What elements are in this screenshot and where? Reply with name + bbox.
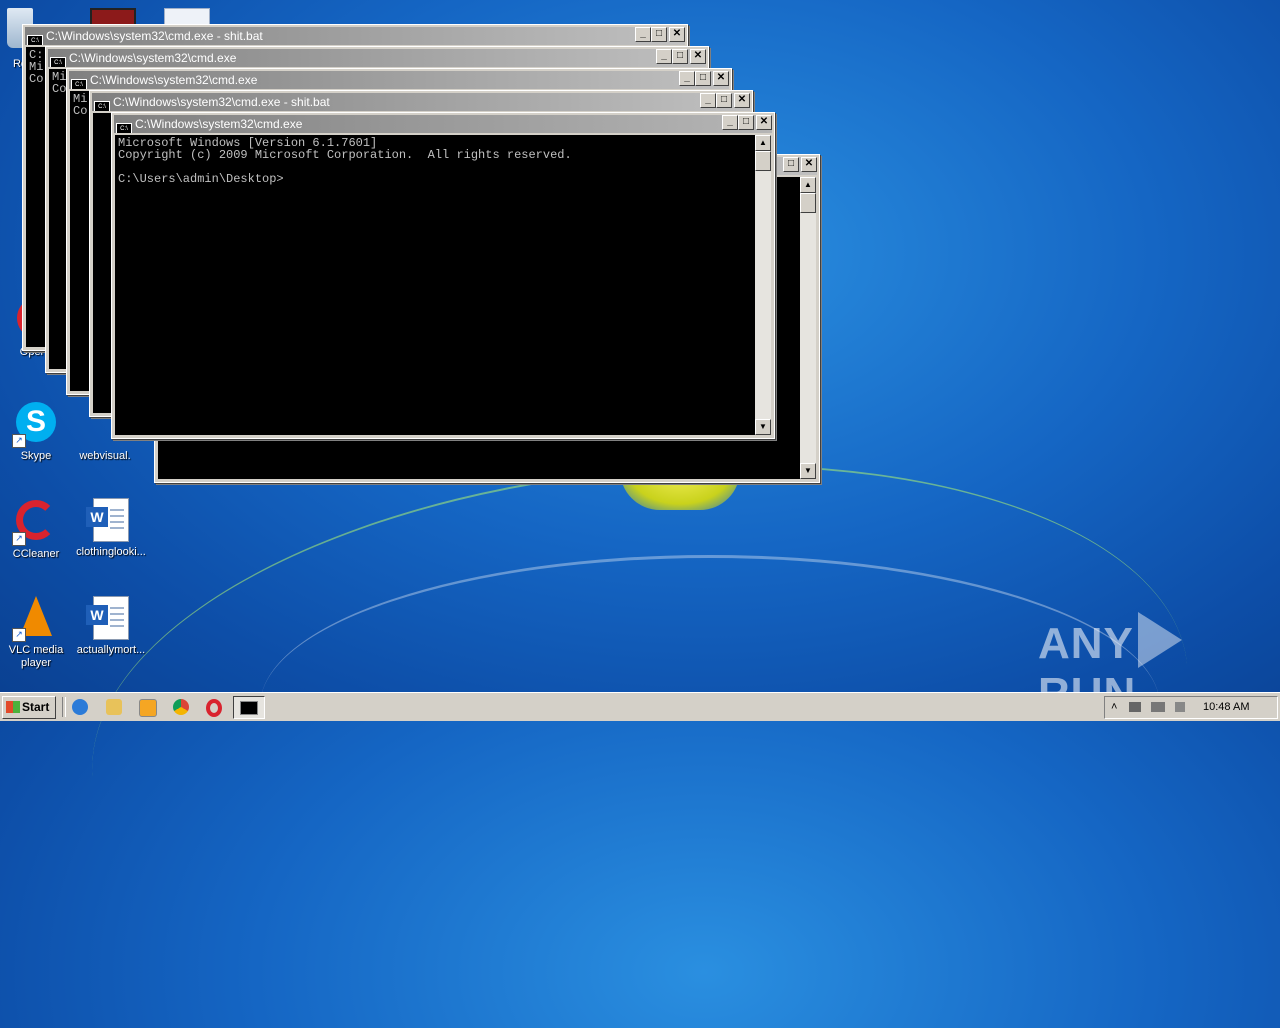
desktop-icon-clothinglooking[interactable]: W clothinglooki...	[74, 498, 148, 559]
action-center-flag-icon[interactable]	[1175, 702, 1185, 712]
cmd-icon: C:\	[71, 79, 87, 89]
taskbar-cmd-button[interactable]	[233, 696, 265, 719]
window-titlebar[interactable]: C:\ C:\Windows\system32\cmd.exe - shit.ba…	[92, 93, 750, 111]
desktop-icon-label: clothinglooki...	[76, 546, 146, 558]
desktop-icon-label: actuallymort...	[76, 644, 146, 656]
scroll-up-button[interactable]: ▲	[755, 135, 771, 151]
window-controls: _ □ ✕	[656, 49, 706, 64]
desktop-icon-skype[interactable]: S ↗ Skype	[0, 402, 73, 463]
close-button[interactable]: ✕	[734, 93, 750, 108]
taskbar-divider	[62, 697, 66, 717]
play-icon	[1137, 612, 1182, 668]
ccleaner-icon: ↗	[12, 500, 58, 546]
close-button[interactable]: ✕	[669, 27, 685, 42]
cmd-icon: C:\	[116, 123, 132, 133]
maximize-button[interactable]: □	[695, 71, 711, 86]
window-titlebar[interactable]: C:\ C:\Windows\system32\cmd.exe - shit.ba…	[25, 27, 685, 45]
watermark-left: ANY	[1038, 619, 1134, 668]
cmd-icon: C:\	[94, 101, 110, 111]
start-button[interactable]: Start	[2, 696, 56, 719]
scroll-up-button[interactable]: ▲	[800, 177, 816, 193]
media-player-icon[interactable]	[139, 699, 157, 717]
taskbar: Start ˄ 10:48 AM	[0, 692, 1280, 721]
vertical-scrollbar[interactable]: ▲ ▼	[755, 135, 771, 435]
minimize-button[interactable]: _	[656, 49, 672, 64]
maximize-button[interactable]: □	[716, 93, 732, 108]
desktop-icon-ccleaner[interactable]: ↗ CCleaner	[0, 500, 73, 561]
minimize-button[interactable]: _	[635, 27, 651, 42]
console-line: Copyright (c) 2009 Microsoft Corporation…	[118, 148, 572, 162]
window-controls: _ □ ✕	[635, 27, 685, 42]
window-titlebar[interactable]: C:\ C:\Windows\system32\cmd.exe	[48, 49, 706, 67]
explorer-folder-icon[interactable]	[106, 699, 122, 715]
window-title: C:\Windows\system32\cmd.exe	[90, 73, 258, 87]
window-titlebar[interactable]: C:\ C:\Windows\system32\cmd.exe	[69, 71, 729, 89]
system-tray: ˄ 10:48 AM	[1104, 696, 1278, 719]
window-title: C:\Windows\system32\cmd.exe - shit.bat	[46, 29, 263, 43]
chrome-icon[interactable]	[173, 699, 189, 715]
word-document-icon: W	[86, 596, 133, 640]
scroll-down-button[interactable]: ▼	[800, 463, 816, 479]
desktop-icon-label: Skype	[20, 450, 52, 462]
close-button[interactable]: ✕	[801, 157, 817, 172]
maximize-button[interactable]: □	[783, 157, 799, 172]
start-label: Start	[22, 700, 50, 714]
clock[interactable]: 10:48 AM	[1203, 697, 1249, 718]
internet-explorer-icon[interactable]	[72, 699, 88, 715]
console-output[interactable]: Microsoft Windows [Version 6.1.7601] Copy…	[115, 135, 756, 435]
close-button[interactable]: ✕	[713, 71, 729, 86]
desktop-icon-vlc[interactable]: ↗ VLC media player	[0, 596, 73, 670]
skype-icon: S ↗	[12, 402, 58, 448]
maximize-button[interactable]: □	[672, 49, 688, 64]
cmd-icon: C:\	[50, 57, 66, 67]
vlc-icon: ↗	[12, 596, 58, 642]
desktop-icon-actuallymort[interactable]: W actuallymort...	[74, 596, 148, 657]
desktop-icon-label: VLC media player	[8, 644, 64, 669]
vertical-scrollbar[interactable]: ▲ ▼	[800, 177, 816, 479]
minimize-button[interactable]: _	[700, 93, 716, 108]
network-icon[interactable]	[1151, 702, 1165, 712]
cmd-window-active[interactable]: C:\ C:\Windows\system32\cmd.exe _ □ ✕ Micro…	[111, 112, 775, 439]
cmd-icon	[240, 701, 258, 715]
window-title: C:\Windows\system32\cmd.exe - shit.bat	[113, 95, 330, 109]
desktop-icon-label: CCleaner	[12, 548, 60, 560]
opera-icon[interactable]	[206, 699, 222, 717]
close-button[interactable]: ✕	[756, 115, 772, 130]
window-controls: _ □ ✕	[679, 71, 729, 86]
scroll-thumb[interactable]	[800, 193, 816, 213]
scroll-thumb[interactable]	[755, 151, 771, 171]
tray-expand-button[interactable]: ˄	[1111, 697, 1117, 718]
window-controls: _ □ ✕	[722, 115, 772, 130]
maximize-button[interactable]: □	[651, 27, 667, 42]
minimize-button[interactable]: _	[679, 71, 695, 86]
close-button[interactable]: ✕	[690, 49, 706, 64]
window-controls: □ ✕	[783, 157, 817, 172]
window-title: C:\Windows\system32\cmd.exe	[69, 51, 237, 65]
scroll-down-button[interactable]: ▼	[755, 419, 771, 435]
cmd-icon: C:\	[27, 35, 43, 45]
speaker-icon[interactable]	[1129, 702, 1141, 712]
desktop-icon-label: webvisual.	[79, 450, 131, 462]
minimize-button[interactable]: _	[722, 115, 738, 130]
word-document-icon: W	[86, 498, 133, 542]
window-title: C:\Windows\system32\cmd.exe	[135, 117, 303, 131]
window-titlebar[interactable]: C:\ C:\Windows\system32\cmd.exe	[114, 115, 772, 133]
maximize-button[interactable]: □	[738, 115, 754, 130]
windows-flag-icon	[6, 701, 20, 713]
console-prompt: C:\Users\admin\Desktop>	[118, 172, 284, 186]
window-controls: _ □ ✕	[700, 93, 750, 108]
